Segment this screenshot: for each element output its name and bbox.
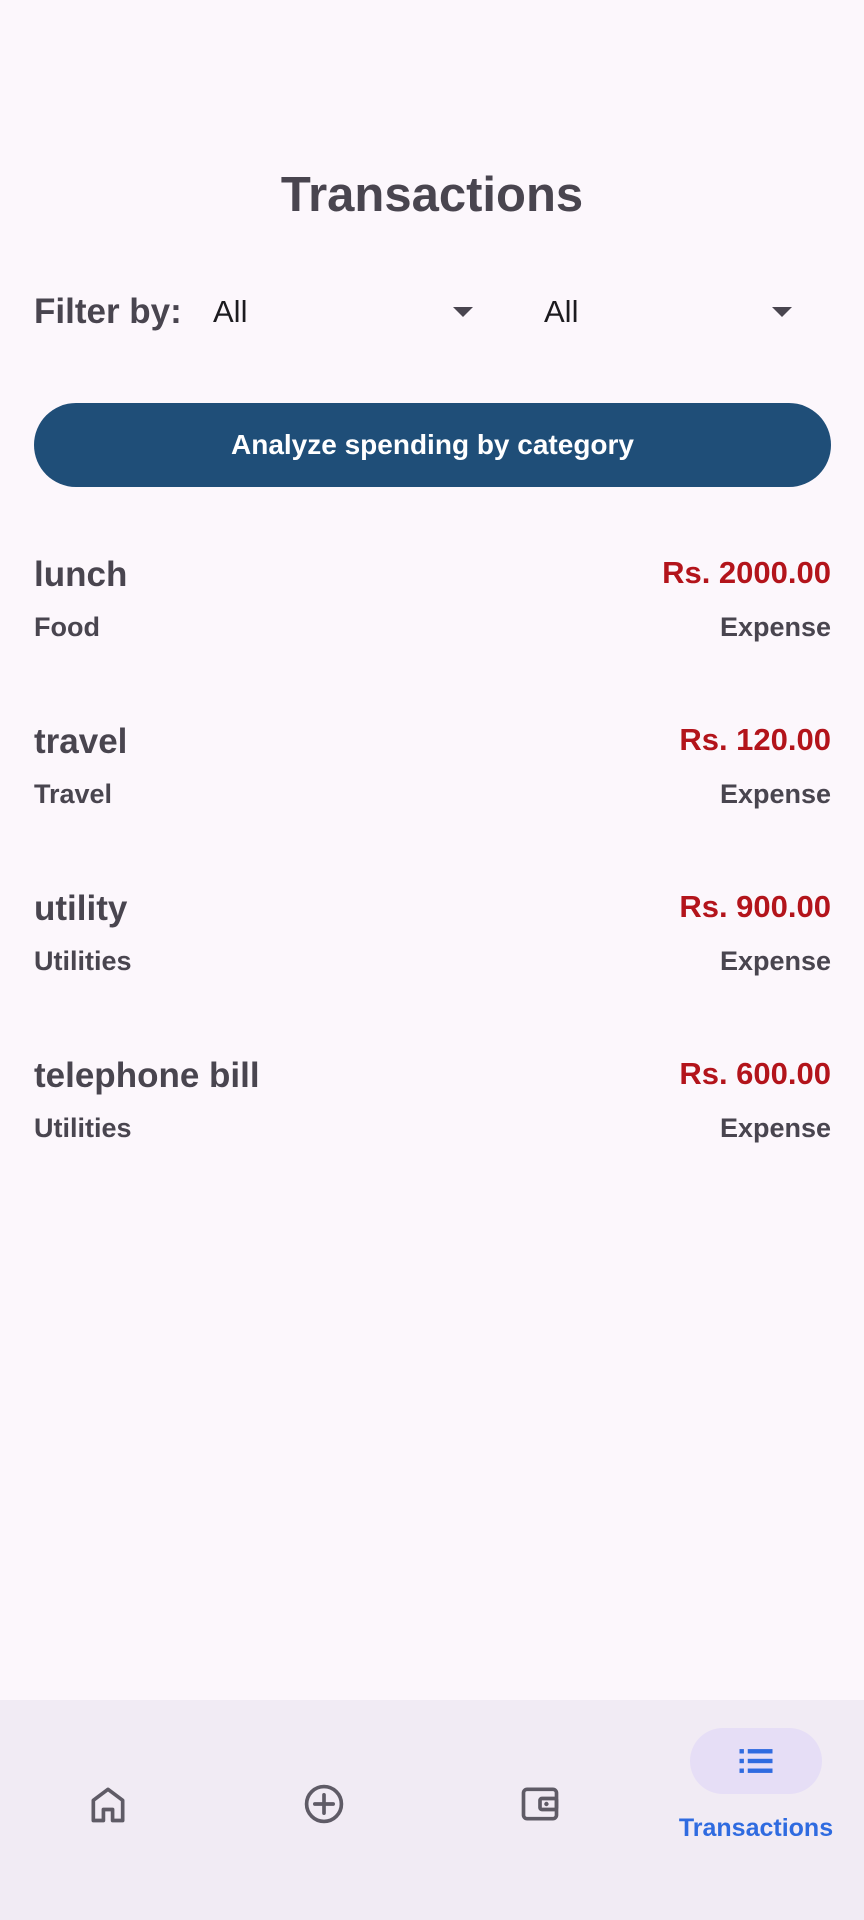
filter-dropdown-secondary[interactable]: All	[544, 288, 794, 336]
nav-home[interactable]	[0, 1700, 216, 1920]
transaction-type: Expense	[719, 1113, 831, 1143]
filter-dropdown-secondary-value: All	[544, 294, 579, 329]
nav-wallet[interactable]	[432, 1700, 648, 1920]
filter-label: Filter by:	[34, 292, 182, 331]
transaction-type: Expense	[719, 946, 831, 976]
wallet-icon	[521, 1787, 559, 1821]
transaction-item[interactable]: telephone bill Rs. 600.00 Utilities Expe…	[34, 1054, 831, 1174]
transaction-name: utility	[34, 889, 128, 928]
analyze-spending-button[interactable]: Analyze spending by category	[34, 403, 831, 487]
transaction-category: Utilities	[34, 1113, 132, 1143]
filter-dropdown-primary-value: All	[213, 294, 248, 329]
transaction-amount: Rs. 600.00	[679, 1056, 831, 1091]
transaction-amount: Rs. 120.00	[679, 722, 831, 757]
transaction-category: Utilities	[34, 946, 132, 976]
transaction-name: lunch	[34, 555, 128, 594]
transaction-name: telephone bill	[34, 1056, 260, 1095]
transaction-amount: Rs. 2000.00	[662, 555, 831, 590]
transaction-category: Travel	[34, 779, 113, 809]
transaction-item[interactable]: utility Rs. 900.00 Utilities Expense	[34, 887, 831, 1007]
transaction-type: Expense	[719, 779, 831, 809]
nav-transactions[interactable]: Transactions	[648, 1700, 864, 1920]
add-circle-icon	[304, 1784, 344, 1824]
transaction-amount: Rs. 900.00	[679, 889, 831, 924]
transaction-type: Expense	[719, 612, 831, 642]
home-icon	[91, 1787, 125, 1823]
filter-dropdown-primary[interactable]: All	[213, 288, 475, 336]
transaction-category: Food	[34, 612, 100, 642]
dropdown-arrow-icon	[453, 307, 473, 317]
dropdown-arrow-icon	[772, 307, 792, 317]
nav-add[interactable]	[216, 1700, 432, 1920]
transaction-item[interactable]: travel Rs. 120.00 Travel Expense	[34, 720, 831, 840]
nav-transactions-label: Transactions	[678, 1814, 834, 1842]
list-icon	[739, 1749, 773, 1773]
transaction-item[interactable]: lunch Rs. 2000.00 Food Expense	[34, 553, 831, 673]
transaction-name: travel	[34, 722, 128, 761]
bottom-navigation: Transactions	[0, 1700, 864, 1920]
page-title: Transactions	[280, 168, 584, 222]
